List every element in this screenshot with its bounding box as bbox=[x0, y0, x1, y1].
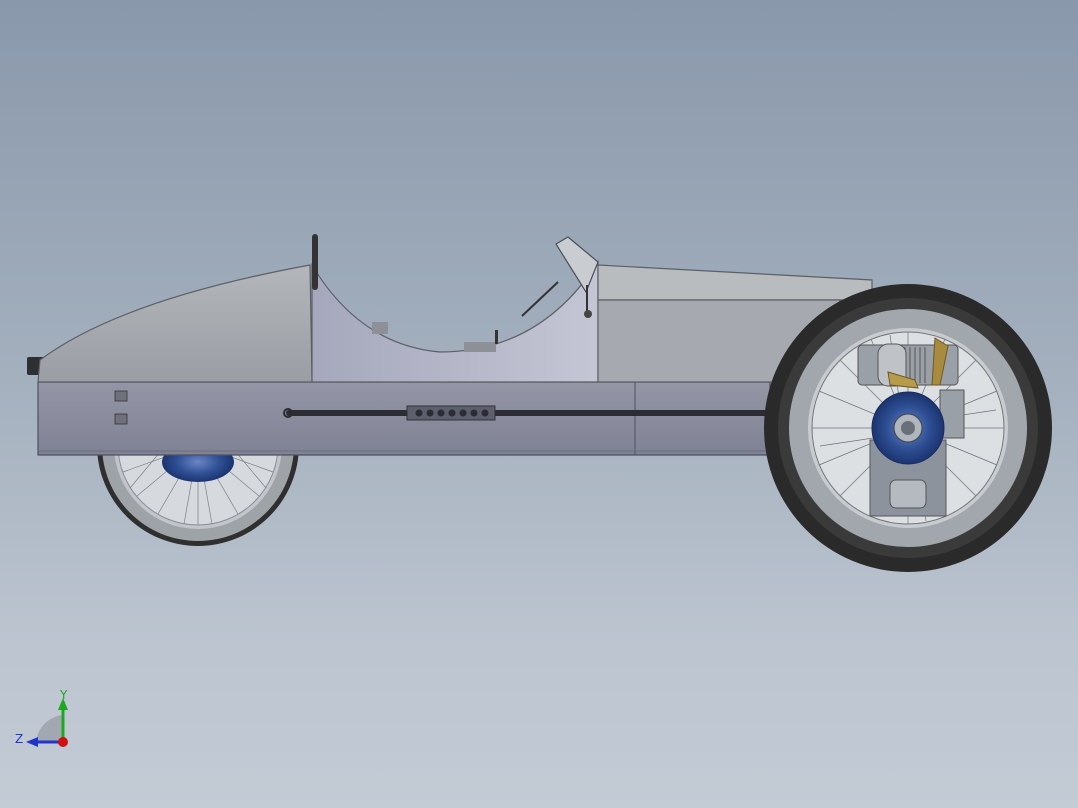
side-exhaust bbox=[286, 410, 776, 416]
lower-body-panel bbox=[37, 381, 771, 456]
view-orientation-triad: Y Z bbox=[10, 684, 80, 754]
roll-bar bbox=[312, 234, 318, 290]
cockpit-panel bbox=[311, 259, 599, 383]
x-axis-dot bbox=[58, 737, 68, 747]
tail-cowl bbox=[37, 264, 313, 383]
steering-wheel bbox=[521, 281, 559, 317]
rear-wheel[interactable] bbox=[764, 284, 1052, 572]
triad-plane-icon bbox=[36, 715, 63, 742]
bonnet-top bbox=[597, 264, 873, 301]
y-axis-label: Y bbox=[60, 688, 68, 702]
three-wheeler-model[interactable] bbox=[0, 0, 1078, 808]
graphics-viewport[interactable]: Y Z bbox=[0, 0, 1078, 808]
z-axis-label: Z bbox=[15, 732, 24, 746]
